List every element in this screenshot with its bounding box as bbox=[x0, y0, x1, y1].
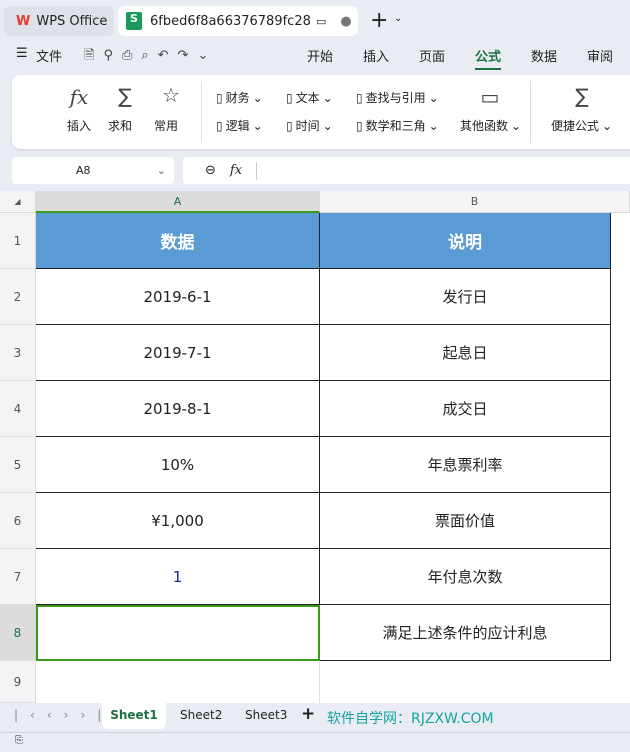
table-cell[interactable]: 年付息次数 bbox=[320, 549, 611, 605]
more-functions-icon: ▭ bbox=[480, 85, 500, 109]
table-cell[interactable]: 2019-8-1 bbox=[36, 381, 320, 437]
select-all-corner[interactable]: ◢ bbox=[0, 191, 36, 213]
hamburger-icon[interactable]: ☰ bbox=[16, 46, 28, 61]
column-header-a[interactable]: A bbox=[36, 191, 320, 213]
table-cell[interactable]: 年息票利率 bbox=[320, 437, 611, 493]
insert-function-button[interactable]: 插入 bbox=[67, 117, 91, 134]
unsaved-dot-icon: ● bbox=[340, 13, 352, 29]
tab-formula[interactable]: 公式 bbox=[475, 46, 502, 70]
tab-data[interactable]: 数据 bbox=[531, 46, 557, 65]
app-tab-label: WPS Office bbox=[36, 13, 108, 29]
header-cell[interactable]: 说明 bbox=[320, 213, 611, 269]
tab-page[interactable]: 页面 bbox=[419, 46, 445, 65]
tab-dropdown-icon[interactable]: ⌄ bbox=[394, 13, 402, 24]
table-cell[interactable]: 10% bbox=[36, 437, 320, 493]
logic-icon: ▯ bbox=[216, 118, 223, 133]
finance-button[interactable]: ▯ 财务 ⌄ bbox=[216, 89, 263, 106]
table-cell[interactable]: 满足上述条件的应计利息 bbox=[320, 605, 611, 661]
sheet-tab-2[interactable]: Sheet2 bbox=[180, 708, 222, 722]
tab-review[interactable]: 审阅 bbox=[587, 46, 613, 65]
zoom-icon[interactable]: ⊖ bbox=[205, 163, 216, 178]
sheet-file-icon: S bbox=[126, 12, 142, 30]
table-cell[interactable]: 起息日 bbox=[320, 325, 611, 381]
table-cell[interactable]: 票面价值 bbox=[320, 493, 611, 549]
doc-tab[interactable]: S 6fbed6f8a66376789fc28d2e ▭ ● bbox=[118, 6, 358, 36]
fx-icon: fx bbox=[69, 85, 89, 109]
macro-icon[interactable]: ⎘ bbox=[15, 735, 23, 746]
sheet-tab-1[interactable]: Sheet1 bbox=[102, 703, 166, 729]
row-header[interactable]: 4 bbox=[0, 381, 36, 437]
finance-icon: ▯ bbox=[216, 90, 223, 105]
common-button[interactable]: 常用 bbox=[154, 117, 178, 134]
menu-file[interactable]: 文件 bbox=[36, 46, 62, 65]
add-sheet-button[interactable]: + bbox=[301, 704, 315, 724]
formula-bar[interactable]: ⊖ fx bbox=[183, 157, 630, 184]
watermark-text: 软件自学网：RJZXW.COM bbox=[327, 711, 494, 727]
spreadsheet-grid[interactable]: ◢ A B 1 数据 说明 2 2019-6-1 发行日 3 2019-7-1 起息日 4 2019… bbox=[0, 191, 630, 703]
row-header[interactable]: 6 bbox=[0, 493, 36, 549]
row-header[interactable]: 3 bbox=[0, 325, 36, 381]
tab-start[interactable]: 开始 bbox=[307, 46, 333, 65]
column-header-b[interactable]: B bbox=[320, 191, 630, 213]
header-cell[interactable]: 数据 bbox=[36, 213, 320, 269]
table-cell[interactable]: 1 bbox=[36, 549, 320, 605]
app-tab[interactable]: W WPS Office bbox=[4, 6, 114, 36]
row-header[interactable]: 9 bbox=[0, 661, 36, 703]
row-header[interactable]: 2 bbox=[0, 269, 36, 325]
quick-formula-icon: ∑ bbox=[575, 84, 589, 108]
row-header[interactable]: 1 bbox=[0, 213, 36, 269]
clock-icon: ▯ bbox=[286, 118, 293, 133]
sheet-nav-buttons[interactable]: |‹‹››| bbox=[14, 708, 113, 722]
sheet-tab-3[interactable]: Sheet3 bbox=[245, 708, 287, 722]
other-functions-button[interactable]: 其他函数 ⌄ bbox=[460, 117, 521, 134]
row-header[interactable]: 5 bbox=[0, 437, 36, 493]
time-button[interactable]: ▯ 时间 ⌄ bbox=[286, 117, 333, 134]
star-icon: ☆ bbox=[162, 83, 180, 107]
table-cell[interactable]: 2019-7-1 bbox=[36, 325, 320, 381]
tab-insert[interactable]: 插入 bbox=[363, 46, 389, 65]
gridline bbox=[319, 661, 320, 703]
sigma-icon: ∑ bbox=[118, 84, 132, 108]
lookup-icon: ▯ bbox=[356, 90, 363, 105]
monitor-icon: ▭ bbox=[316, 14, 327, 28]
fx-button[interactable]: fx bbox=[230, 163, 242, 178]
row-header[interactable]: 7 bbox=[0, 549, 36, 605]
math-icon: ▯ bbox=[356, 118, 363, 133]
text-icon: ▯ bbox=[286, 90, 293, 105]
text-button[interactable]: ▯ 文本 ⌄ bbox=[286, 89, 333, 106]
table-cell[interactable]: 2019-6-1 bbox=[36, 269, 320, 325]
chevron-down-icon: ⌄ bbox=[156, 164, 166, 177]
table-cell[interactable]: 发行日 bbox=[320, 269, 611, 325]
name-box[interactable]: A8 ⌄ bbox=[12, 157, 174, 184]
math-button[interactable]: ▯ 数学和三角 ⌄ bbox=[356, 117, 439, 134]
quick-formula-button[interactable]: 便捷公式 ⌄ bbox=[551, 117, 612, 134]
table-cell[interactable]: ¥1,000 bbox=[36, 493, 320, 549]
ribbon: fx 插入 ∑ 求和 ☆ 常用 ▯ 财务 ⌄ ▯ 逻辑 ⌄ ▯ 文本 ⌄ ▯ 时间 ⌄ ▯ 查找与… bbox=[12, 75, 630, 149]
table-cell[interactable] bbox=[36, 605, 320, 661]
row-header[interactable]: 8 bbox=[0, 605, 36, 661]
wps-logo-icon: W bbox=[16, 13, 31, 29]
new-tab-button[interactable]: + bbox=[370, 8, 388, 33]
sum-button[interactable]: 求和 bbox=[108, 117, 132, 134]
lookup-button[interactable]: ▯ 查找与引用 ⌄ bbox=[356, 89, 439, 106]
doc-tab-label: 6fbed6f8a66376789fc28d2e bbox=[150, 13, 310, 29]
table-cell[interactable]: 成交日 bbox=[320, 381, 611, 437]
logic-button[interactable]: ▯ 逻辑 ⌄ bbox=[216, 117, 263, 134]
toolbar-quick-icons[interactable]: 🗎⚲⎙⌕↶↷⌄ bbox=[84, 46, 217, 68]
